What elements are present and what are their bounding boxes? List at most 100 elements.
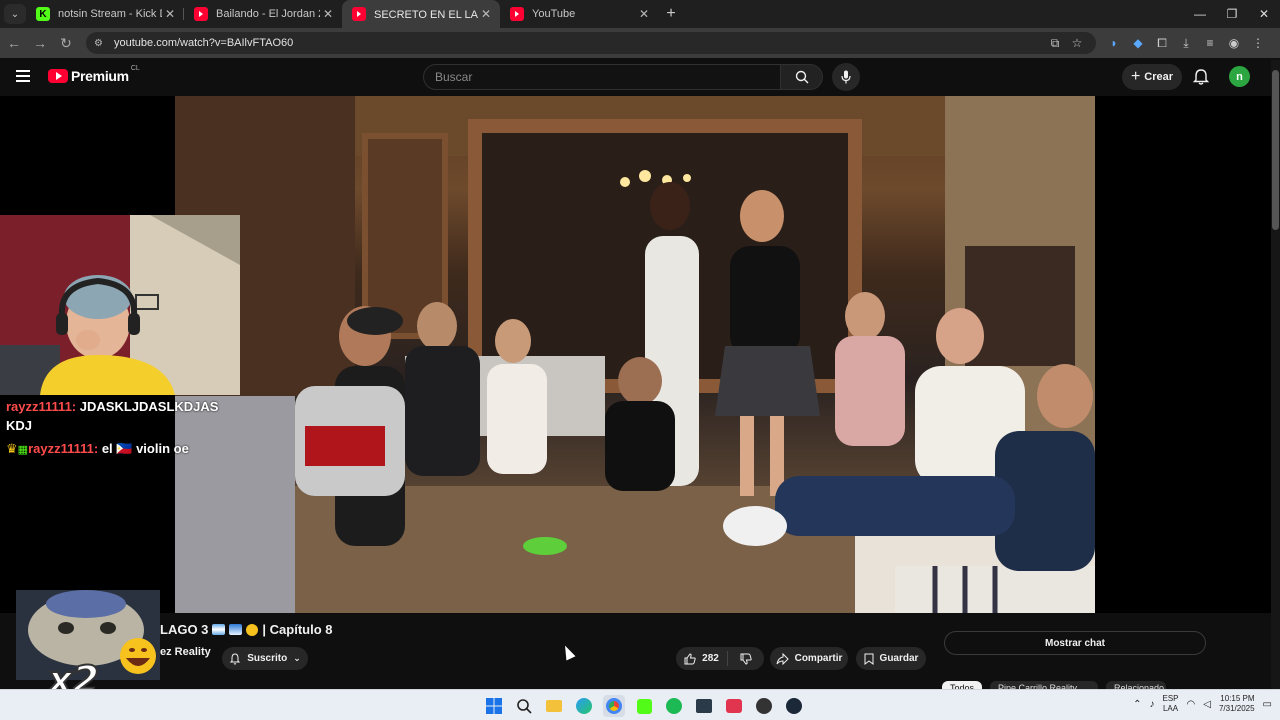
browser-toolbar: ← → ↻ ⚙ youtube.com/watch?v=BAIlvFTAO60 … — [0, 28, 1280, 58]
chrome-icon[interactable] — [603, 695, 625, 717]
search-input[interactable]: Buscar — [423, 64, 781, 90]
cat-emote-overlay: x2 — [16, 590, 160, 700]
address-bar[interactable]: ⚙ youtube.com/watch?v=BAIlvFTAO60 ⧉ ☆ — [86, 32, 1096, 54]
taskbar-apps — [483, 695, 805, 717]
tab-title: YouTube — [532, 8, 576, 20]
reload-icon[interactable]: ↻ — [54, 35, 78, 52]
menu-icon[interactable] — [16, 70, 30, 82]
minimize-icon[interactable]: — — [1184, 0, 1216, 28]
lang-bottom: LAA — [1162, 704, 1179, 713]
notifications-bell-icon[interactable] — [1192, 68, 1210, 86]
wifi-icon[interactable]: ◠ — [1187, 699, 1196, 710]
youtube-play-icon — [48, 69, 68, 83]
chevron-up-icon[interactable]: ⌃ — [1133, 699, 1141, 710]
like-button[interactable]: 282 — [676, 651, 728, 666]
install-app-icon[interactable]: ⧉ — [1044, 36, 1066, 51]
obs-icon[interactable] — [753, 695, 775, 717]
create-button[interactable]: + Crear — [1122, 64, 1182, 90]
close-icon[interactable]: ✕ — [162, 7, 178, 21]
thumbs-up-icon — [684, 652, 696, 664]
windows-start-icon[interactable] — [483, 695, 505, 717]
share-button[interactable]: Compartir — [770, 647, 848, 670]
title-suffix: | Capítulo 8 — [262, 622, 333, 637]
volume-icon[interactable]: ◁ — [1203, 699, 1211, 710]
notification-icon[interactable]: ▭ — [1263, 699, 1272, 710]
edge-icon[interactable] — [573, 695, 595, 717]
bookmark-star-icon[interactable]: ☆ — [1066, 36, 1088, 50]
close-icon[interactable]: ✕ — [320, 7, 336, 21]
share-label: Compartir — [794, 653, 843, 664]
new-tab-button[interactable]: + — [658, 5, 684, 23]
tab-search-button[interactable]: ⌄ — [4, 4, 26, 24]
site-info-icon[interactable]: ⚙ — [94, 38, 108, 49]
youtube-premium-logo[interactable]: Premium CL — [48, 64, 140, 84]
microphone-icon[interactable]: ♪ — [1150, 699, 1155, 710]
profile-icon[interactable]: ◉ — [1222, 36, 1246, 51]
title-prefix: LAGO 3 — [160, 622, 209, 637]
url-text: youtube.com/watch?v=BAIlvFTAO60 — [114, 37, 294, 49]
clock[interactable]: 10:15 PM 7/31/2025 — [1219, 694, 1255, 714]
youtube-icon — [194, 7, 208, 21]
window-controls: — ❐ ✕ — [1184, 0, 1280, 28]
search-icon[interactable] — [513, 695, 535, 717]
bell-icon — [230, 652, 241, 664]
country-code: CL — [130, 64, 140, 72]
youtube-icon — [352, 7, 366, 21]
extension-icon[interactable]: ◗ — [1102, 36, 1126, 51]
terminal-icon[interactable] — [693, 695, 715, 717]
tab-title: SECRETO EN EL LAGO 3 🇰🇷 ◀) — [374, 8, 478, 21]
close-icon[interactable]: ✕ — [478, 7, 494, 21]
back-arrow-icon[interactable]: ← — [2, 35, 26, 51]
steam-icon[interactable] — [783, 695, 805, 717]
file-explorer-icon[interactable] — [543, 695, 565, 717]
mouse-cursor — [560, 643, 576, 661]
clock-date: 7/31/2025 — [1218, 704, 1255, 713]
page-scrollbar[interactable] — [1271, 60, 1280, 690]
tab-kick-dashboard[interactable]: K notsin Stream - Kick Dashboard ✕ — [26, 0, 184, 28]
subscribed-button[interactable]: Suscrito ⌄ — [222, 647, 308, 670]
extension-icon[interactable]: ◆ — [1126, 36, 1150, 51]
dislike-button[interactable] — [728, 653, 764, 665]
subscribed-label: Suscrito — [247, 653, 288, 664]
plus-icon: + — [1130, 68, 1141, 85]
save-button[interactable]: Guardar — [856, 647, 926, 670]
tab-secreto-en-el-lago[interactable]: SECRETO EN EL LAGO 3 🇰🇷 ◀) ✕ — [342, 0, 500, 28]
show-chat-button[interactable]: Mostrar chat — [944, 631, 1206, 655]
search-button[interactable] — [781, 64, 823, 90]
subscriber-badge-icon: ▦ — [17, 444, 29, 456]
pocket-icon[interactable] — [723, 695, 745, 717]
language-indicator[interactable]: ESP LAA — [1163, 694, 1179, 714]
account-avatar[interactable]: n — [1229, 66, 1250, 87]
bookmark-icon — [864, 653, 874, 665]
system-tray: ⌃ ♪ ESP LAA ◠ ◁ 10:15 PM 7/31/2025 ▭ — [1133, 694, 1272, 714]
screen: ⌄ K notsin Stream - Kick Dashboard ✕ Bai… — [0, 0, 1280, 720]
chat-username: rayzz11111: — [6, 399, 77, 414]
maximize-icon[interactable]: ❐ — [1216, 0, 1248, 28]
share-arrow-icon — [776, 652, 789, 665]
chevron-down-icon: ⌄ — [293, 653, 301, 663]
reading-list-icon[interactable]: ≡ — [1198, 36, 1222, 51]
voice-search-button[interactable] — [832, 63, 860, 91]
kick-icon: K — [36, 7, 50, 21]
youtube-header: Premium CL Buscar + Crear n — [0, 58, 1280, 96]
video-title: LAGO 3 | Capítulo 8 — [160, 622, 333, 637]
close-window-icon[interactable]: ✕ — [1248, 0, 1280, 28]
extensions-puzzle-icon[interactable]: ⧠ — [1150, 36, 1174, 51]
channel-name[interactable]: ez Reality — [160, 646, 211, 658]
tab-bailando[interactable]: Bailando - El Jordan 23 / Standi ✕ — [184, 0, 342, 28]
flag-emoji-icon — [212, 624, 226, 635]
youtube-icon — [510, 7, 524, 21]
close-icon[interactable]: ✕ — [636, 7, 652, 21]
kick-app-icon[interactable] — [633, 695, 655, 717]
forward-arrow-icon[interactable]: → — [28, 35, 52, 51]
face-emoji-icon — [246, 623, 259, 636]
download-icon[interactable]: ⤓ — [1174, 36, 1198, 51]
more-menu-icon[interactable]: ⋮ — [1246, 36, 1270, 51]
clock-time: 10:15 PM — [1220, 694, 1255, 703]
video-player[interactable] — [175, 96, 1095, 613]
spotify-icon[interactable] — [663, 695, 685, 717]
tab-youtube[interactable]: YouTube ✕ — [500, 0, 658, 28]
scrollbar-thumb[interactable] — [1272, 70, 1279, 230]
search-icon — [795, 70, 808, 84]
tab-title: notsin Stream - Kick Dashboard — [58, 8, 162, 20]
